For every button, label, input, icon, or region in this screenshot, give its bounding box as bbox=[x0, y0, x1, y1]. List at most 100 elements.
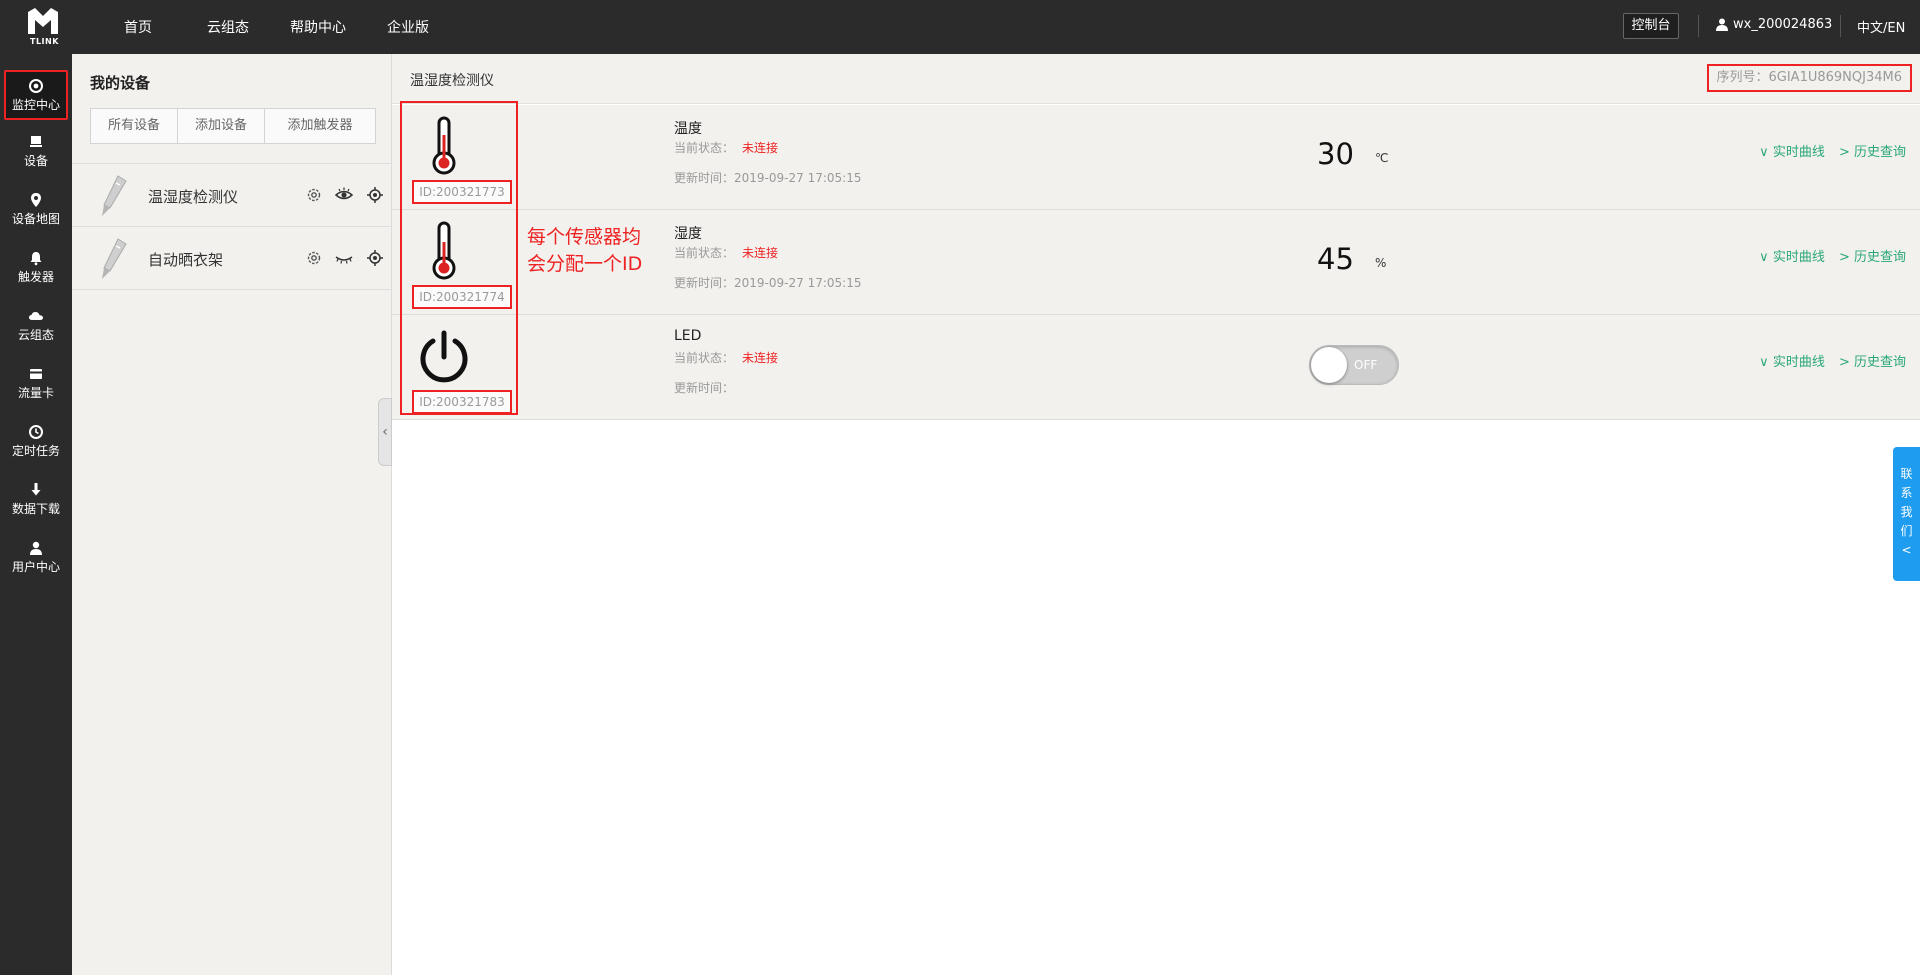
logo-text: TLINK bbox=[30, 37, 59, 46]
sensor-name: 温度 bbox=[674, 121, 702, 137]
sidebar-item-label: 触发器 bbox=[17, 270, 54, 284]
sensor-unit: % bbox=[1375, 256, 1387, 270]
sensor-row-led: ID:200321783 LED 当前状态： 未连接 更新时间： OFF ∨ 实时… bbox=[392, 315, 1920, 420]
history-query-link[interactable]: > 历史查询 bbox=[1839, 355, 1906, 370]
contact-char: < bbox=[1901, 543, 1912, 557]
sensor-value: 45 bbox=[1317, 242, 1354, 276]
user-icon bbox=[1716, 18, 1728, 31]
card-icon bbox=[30, 369, 42, 379]
sensor-links: ∨ 实时曲线 > 历史查询 bbox=[1749, 141, 1906, 160]
tab-add-device[interactable]: 添加设备 bbox=[178, 109, 265, 143]
sidebar-item-label: 设备 bbox=[23, 154, 48, 168]
thermometer-icon bbox=[432, 221, 456, 280]
toggle-knob bbox=[1311, 347, 1347, 383]
sensor-id: ID:200321783 bbox=[412, 390, 512, 414]
sidebar-item-user-center[interactable]: 用户中心 bbox=[0, 534, 72, 584]
user-menu[interactable]: wx_200024863 bbox=[1716, 17, 1832, 32]
status-label: 当前状态： bbox=[674, 351, 735, 365]
toggle-label: OFF bbox=[1354, 358, 1378, 372]
gear-icon[interactable] bbox=[305, 186, 323, 204]
device-title: 温湿度检测仪 bbox=[410, 73, 494, 89]
sensor-id: ID:200321773 bbox=[412, 180, 512, 204]
sensor-id: ID:200321774 bbox=[412, 285, 512, 309]
update-value: 2019-09-27 17:05:15 bbox=[734, 171, 862, 185]
serial-number: 序列号：6GIA1U869NQJ34M6 bbox=[1706, 64, 1912, 92]
nav-home[interactable]: 首页 bbox=[124, 17, 152, 37]
top-bar: TLINK 首页 云组态 帮助中心 企业版 控制台 wx_200024863 中… bbox=[0, 0, 1920, 54]
download-icon bbox=[31, 483, 41, 496]
sidebar-item-scheduled-task[interactable]: 定时任务 bbox=[0, 418, 72, 468]
realtime-curve-link[interactable]: ∨ 实时曲线 bbox=[1759, 250, 1825, 265]
status-label: 当前状态： bbox=[674, 141, 735, 155]
sensor-status: 当前状态： 未连接 bbox=[674, 139, 778, 156]
update-label: 更新时间： bbox=[674, 171, 735, 185]
sidebar-item-device[interactable]: 设备 bbox=[0, 128, 72, 178]
power-icon bbox=[420, 330, 468, 383]
contact-us-tab[interactable]: 联 系 我 们 < bbox=[1893, 447, 1920, 581]
contact-char: 联 bbox=[1900, 467, 1913, 481]
realtime-curve-link[interactable]: ∨ 实时曲线 bbox=[1759, 355, 1825, 370]
topbar-divider bbox=[1698, 15, 1699, 37]
logo-mark-icon bbox=[28, 8, 58, 34]
sidebar-item-data-card[interactable]: 流量卡 bbox=[0, 360, 72, 410]
collapse-panel-button[interactable]: ‹ bbox=[378, 398, 392, 466]
nav-cloud-scada[interactable]: 云组态 bbox=[207, 17, 249, 37]
update-label: 更新时间： bbox=[674, 276, 735, 290]
status-value: 未连接 bbox=[742, 351, 779, 365]
nav-enterprise[interactable]: 企业版 bbox=[387, 17, 429, 37]
monitor-icon bbox=[29, 79, 43, 93]
gear-icon[interactable] bbox=[305, 249, 323, 267]
tab-all-devices[interactable]: 所有设备 bbox=[91, 109, 178, 143]
sidebar-item-label: 云组态 bbox=[17, 328, 54, 342]
sensor-links: ∨ 实时曲线 > 历史查询 bbox=[1749, 246, 1906, 265]
nav-help-center[interactable]: 帮助中心 bbox=[290, 17, 346, 37]
chevron-left-icon: ‹ bbox=[382, 424, 388, 440]
sensor-name: 湿度 bbox=[674, 226, 702, 242]
realtime-curve-link[interactable]: ∨ 实时曲线 bbox=[1759, 145, 1825, 160]
led-toggle-switch[interactable]: OFF bbox=[1309, 345, 1399, 385]
topbar-divider bbox=[1840, 15, 1841, 37]
locate-icon[interactable] bbox=[366, 249, 384, 267]
console-button[interactable]: 控制台 bbox=[1623, 13, 1679, 39]
sidebar-item-device-map[interactable]: 设备地图 bbox=[0, 186, 72, 236]
main-content: 温湿度检测仪 序列号：6GIA1U869NQJ34M6 ID:200321773… bbox=[392, 54, 1920, 975]
sensor-name: LED bbox=[674, 328, 702, 344]
status-label: 当前状态： bbox=[674, 246, 735, 260]
bell-icon bbox=[30, 252, 42, 266]
status-value: 未连接 bbox=[742, 141, 779, 155]
user-icon bbox=[30, 541, 42, 555]
username: wx_200024863 bbox=[1733, 17, 1833, 32]
annotation-line: 会分配一个ID bbox=[527, 253, 643, 275]
eye-closed-icon[interactable] bbox=[335, 249, 353, 267]
device-row[interactable]: 自动晒衣架 bbox=[72, 227, 391, 290]
annotation-line: 每个传感器均 bbox=[527, 226, 642, 248]
sidebar-item-label: 监控中心 bbox=[11, 98, 60, 112]
cloud-icon bbox=[29, 312, 43, 320]
device-row[interactable]: 温湿度检测仪 bbox=[72, 164, 391, 227]
update-value: 2019-09-27 17:05:15 bbox=[734, 276, 862, 290]
left-sidebar: 监控中心 设备 设备地图 触发器 云组态 流量卡 定时任务 数据下载 用户中心 bbox=[0, 54, 72, 975]
history-query-link[interactable]: > 历史查询 bbox=[1839, 250, 1906, 265]
sidebar-item-data-download[interactable]: 数据下载 bbox=[0, 476, 72, 526]
tlink-logo[interactable]: TLINK bbox=[26, 6, 66, 48]
sidebar-item-monitor-center[interactable]: 监控中心 bbox=[4, 70, 68, 120]
sidebar-item-label: 定时任务 bbox=[11, 444, 60, 458]
device-panel: 我的设备 所有设备 添加设备 添加触发器 温湿度检测仪 自动晒衣架 bbox=[72, 54, 392, 975]
contact-char: 我 bbox=[1900, 505, 1913, 519]
device-pen-icon bbox=[102, 175, 127, 216]
sidebar-item-trigger[interactable]: 触发器 bbox=[0, 244, 72, 294]
device-name: 自动晒衣架 bbox=[148, 251, 224, 269]
language-switch[interactable]: 中文/EN bbox=[1857, 17, 1905, 36]
main-header: 温湿度检测仪 序列号：6GIA1U869NQJ34M6 bbox=[392, 54, 1920, 104]
sensor-status: 当前状态： 未连接 bbox=[674, 349, 778, 366]
sidebar-item-cloud-scada[interactable]: 云组态 bbox=[0, 302, 72, 352]
sensor-row-temperature: ID:200321773 温度 当前状态： 未连接 更新时间：2019-09-27… bbox=[392, 105, 1920, 210]
sensor-links: ∨ 实时曲线 > 历史查询 bbox=[1749, 351, 1906, 370]
sidebar-item-label: 用户中心 bbox=[11, 560, 60, 574]
locate-icon[interactable] bbox=[366, 186, 384, 204]
sensor-update-time: 更新时间： bbox=[674, 379, 734, 396]
eye-icon[interactable] bbox=[335, 186, 353, 204]
tab-add-trigger[interactable]: 添加触发器 bbox=[265, 109, 375, 143]
clock-icon bbox=[29, 425, 43, 439]
history-query-link[interactable]: > 历史查询 bbox=[1839, 145, 1906, 160]
